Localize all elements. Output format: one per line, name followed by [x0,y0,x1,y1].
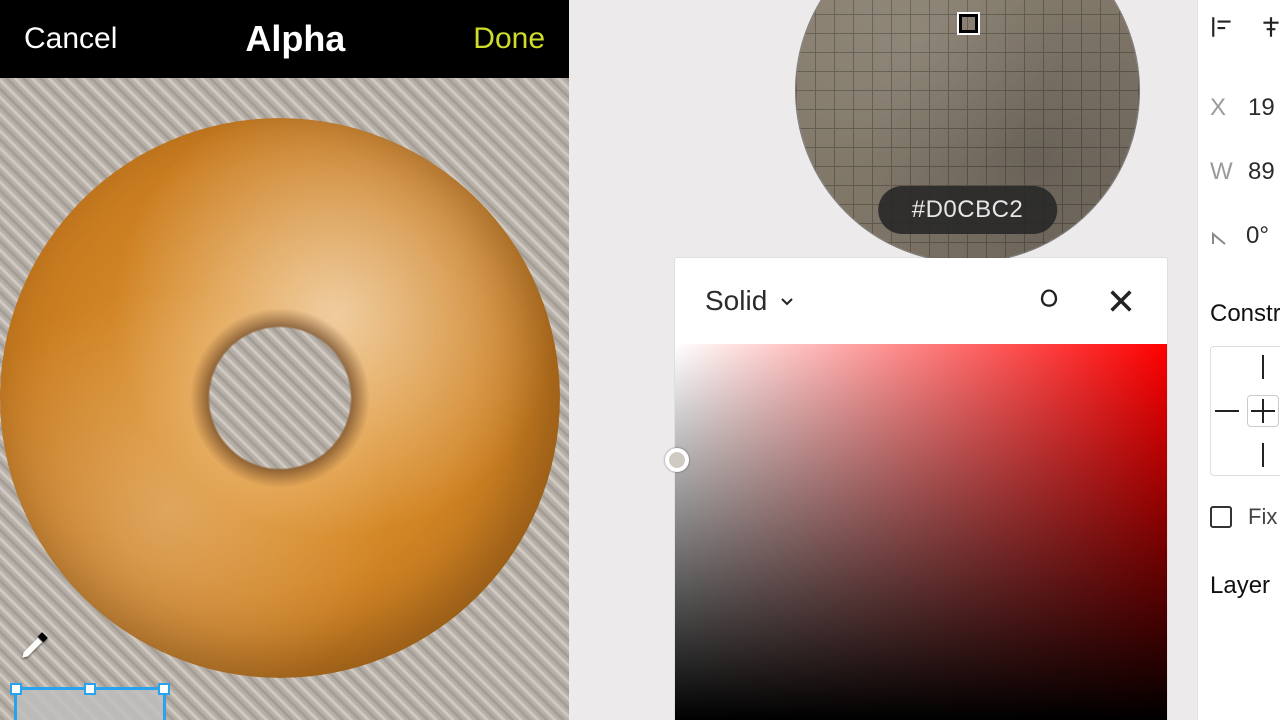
constraints-widget[interactable] [1210,346,1280,476]
resize-handle[interactable] [84,683,96,695]
screen-title: Alpha [245,18,345,60]
donut-image [0,118,560,678]
loupe-target-pixel [959,14,978,33]
resize-handle[interactable] [10,683,22,695]
constraint-center-v [1262,399,1264,423]
constraints-section-title: Constra [1210,300,1280,328]
x-label: X [1210,94,1232,122]
saturation-value-panel[interactable] [675,344,1167,720]
align-left-icon[interactable] [1210,14,1236,46]
fill-mode-dropdown[interactable]: Solid [705,285,767,317]
resize-handle[interactable] [158,683,170,695]
close-button[interactable] [1105,285,1137,317]
done-button[interactable]: Done [473,22,545,56]
w-label: W [1210,158,1232,186]
sv-thumb[interactable] [665,448,689,472]
mobile-header: Cancel Alpha Done [0,0,569,78]
color-picker-header: Solid [675,258,1167,344]
w-value[interactable]: 89 [1248,158,1275,186]
selection-rectangle[interactable] [14,687,166,720]
loupe-hex-readout: #D0CBC2 [878,186,1058,234]
fix-checkbox[interactable] [1210,506,1232,528]
fix-position-row: Fix [1210,504,1280,530]
angle-icon [1210,226,1230,246]
x-position-row: X 19 [1210,76,1280,140]
x-value[interactable]: 19 [1248,94,1275,122]
alignment-row [1210,14,1280,76]
constraint-top[interactable] [1262,355,1264,379]
properties-sidebar: X 19 W 89 0° Constra Fix Layer [1197,0,1280,720]
chevron-down-icon[interactable] [779,293,795,309]
align-center-icon[interactable] [1258,14,1280,46]
eyedropper-icon[interactable] [18,628,52,662]
rotation-value[interactable]: 0° [1246,222,1269,250]
color-picker-panel: Solid [675,258,1167,720]
canvas-area[interactable] [0,78,569,720]
fix-label: Fix [1248,504,1277,530]
constraint-bottom[interactable] [1262,443,1264,467]
constraint-left[interactable] [1215,410,1239,412]
width-row: W 89 [1210,140,1280,204]
eyedropper-loupe[interactable]: #D0CBC2 [795,0,1140,263]
cancel-button[interactable]: Cancel [24,22,117,56]
mobile-alpha-panel: Cancel Alpha Done [0,0,569,720]
eyedropper-button[interactable] [1033,285,1065,317]
layer-section-title: Layer [1210,572,1280,600]
rotation-row: 0° [1210,204,1280,268]
